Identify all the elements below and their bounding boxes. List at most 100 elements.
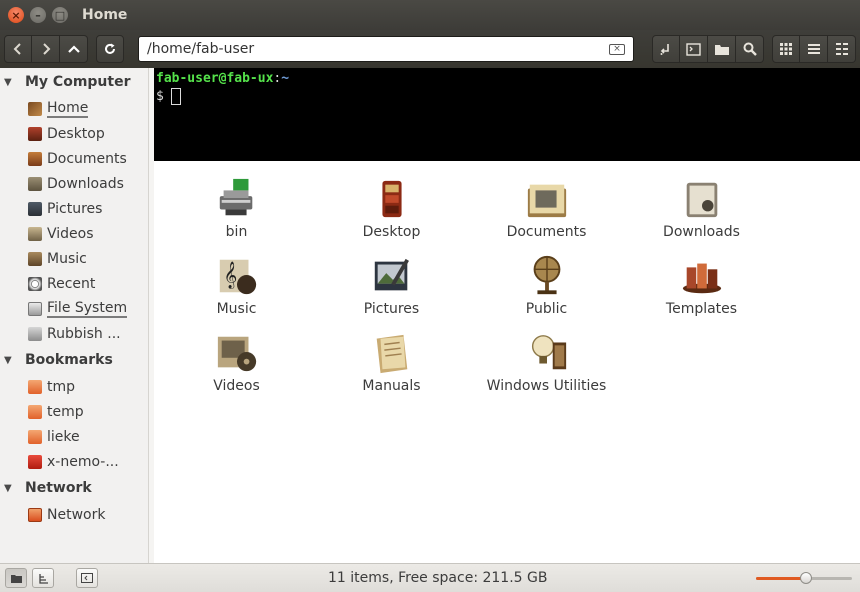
- maximize-icon: □: [54, 8, 66, 22]
- sidebar-item[interactable]: Videos: [0, 221, 148, 246]
- sidebar-item-label: File System: [47, 299, 128, 318]
- windows-utilities-folder-icon: [523, 331, 571, 375]
- file-item-label: Downloads: [663, 224, 740, 240]
- music-icon: [28, 251, 42, 266]
- location-bar[interactable]: /home/fab-user ×: [138, 36, 634, 62]
- toggle-terminal-button[interactable]: [680, 35, 708, 63]
- close-window-button[interactable]: ×: [8, 7, 24, 23]
- status-bar: 11 items, Free space: 211.5 GB: [0, 563, 860, 592]
- sidebar-item-label: tmp: [47, 378, 76, 395]
- sidebar-item[interactable]: File System: [0, 296, 148, 321]
- file-item[interactable]: Manuals: [314, 331, 469, 408]
- show-tree-button[interactable]: [32, 568, 54, 588]
- forward-button[interactable]: [32, 35, 60, 63]
- sidebar-item[interactable]: temp: [0, 399, 148, 424]
- sidebar-item-label: Home: [47, 99, 89, 118]
- zoom-handle[interactable]: [799, 572, 812, 584]
- sidebar-section-header[interactable]: ▼ Network: [0, 474, 148, 502]
- xnemo-icon: [28, 454, 42, 469]
- zoom-slider[interactable]: [756, 572, 852, 584]
- file-item[interactable]: Desktop: [314, 177, 469, 254]
- sidebar-section-header[interactable]: ▼ My Computer: [0, 68, 148, 96]
- icon-view-button[interactable]: [772, 35, 800, 63]
- terminal-icon: [686, 42, 701, 56]
- sidebar-item[interactable]: Rubbish ...: [0, 321, 148, 346]
- sidebar-item[interactable]: Downloads: [0, 171, 148, 196]
- open-folder-button[interactable]: [708, 35, 736, 63]
- open-terminal-here-button[interactable]: [652, 35, 680, 63]
- places-icon: [10, 574, 22, 583]
- clear-location-icon[interactable]: ×: [609, 43, 625, 55]
- sidebar-item[interactable]: tmp: [0, 374, 148, 399]
- sidebar-item[interactable]: Recent: [0, 271, 148, 296]
- file-item[interactable]: Videos: [159, 331, 314, 408]
- sidebar-item[interactable]: Network: [0, 502, 148, 527]
- folder-icon: [714, 44, 729, 55]
- sidebar-item-label: Documents: [47, 150, 127, 167]
- sidebar-section-title: Bookmarks: [25, 352, 113, 368]
- toolbar: /home/fab-user ×: [0, 30, 860, 68]
- file-item-label: Videos: [213, 378, 260, 394]
- close-icon: ×: [11, 8, 21, 22]
- file-item[interactable]: Pictures: [314, 254, 469, 331]
- sidebar-item-label: lieke: [47, 428, 80, 445]
- terminal-prompt-line: $: [156, 88, 858, 105]
- back-button[interactable]: [4, 35, 32, 63]
- tree-icon: [38, 573, 48, 584]
- sidebar-item[interactable]: lieke: [0, 424, 148, 449]
- search-button[interactable]: [736, 35, 764, 63]
- file-item[interactable]: Templates: [624, 254, 779, 331]
- sidebar-item[interactable]: Home: [0, 96, 148, 121]
- sidebar-item[interactable]: x-nemo-...: [0, 449, 148, 474]
- list-view-button[interactable]: [800, 35, 828, 63]
- collapse-triangle-icon[interactable]: ▼: [4, 355, 25, 366]
- minimize-window-button[interactable]: –: [30, 7, 46, 23]
- embedded-terminal[interactable]: fab-user@fab-ux:~ $: [154, 68, 860, 161]
- sidebar-section-title: My Computer: [25, 74, 131, 90]
- sidebar-item[interactable]: Pictures: [0, 196, 148, 221]
- file-item[interactable]: Windows Utilities: [469, 331, 624, 408]
- collapse-triangle-icon[interactable]: ▼: [4, 77, 25, 88]
- sidebar-item-label: Downloads: [47, 175, 124, 192]
- file-item[interactable]: Downloads: [624, 177, 779, 254]
- home-icon: [28, 101, 42, 116]
- compact-view-button[interactable]: [828, 35, 856, 63]
- terminal-cursor: [170, 88, 181, 105]
- maximize-window-button[interactable]: □: [52, 7, 68, 23]
- terminal-path: ~: [281, 71, 290, 86]
- toggle-sidebar-button[interactable]: [76, 568, 98, 588]
- terminal-line: fab-user@fab-ux:~: [156, 71, 858, 86]
- open-terminal-icon: [660, 44, 669, 55]
- bin-folder-icon: [213, 177, 261, 221]
- file-item-label: Windows Utilities: [486, 378, 607, 394]
- file-item[interactable]: Public: [469, 254, 624, 331]
- terminal-user-host: fab-user@fab-ux: [156, 71, 274, 86]
- sidebar-toggle-icon: [81, 573, 93, 583]
- file-item-label: Public: [525, 301, 568, 317]
- sidebar-item[interactable]: Music: [0, 246, 148, 271]
- sidebar-item-label: x-nemo-...: [47, 453, 119, 470]
- list-view-icon: [807, 44, 820, 54]
- sidebar-section-header[interactable]: ▼ Bookmarks: [0, 346, 148, 374]
- collapse-triangle-icon[interactable]: ▼: [4, 483, 25, 494]
- file-view[interactable]: bin Desktop Documents Downloads 𝄞 Music Pictur…: [154, 161, 860, 563]
- file-item[interactable]: Documents: [469, 177, 624, 254]
- sidebar-item[interactable]: Documents: [0, 146, 148, 171]
- file-item-label: bin: [225, 224, 248, 240]
- sidebar-item[interactable]: Desktop: [0, 121, 148, 146]
- show-places-button[interactable]: [5, 568, 27, 588]
- file-item[interactable]: 𝄞 Music: [159, 254, 314, 331]
- sidebar-item-label: Rubbish ...: [47, 325, 121, 342]
- fs-icon: [28, 301, 42, 316]
- up-button[interactable]: [60, 35, 88, 63]
- go-forward-icon: [42, 43, 50, 55]
- file-item[interactable]: bin: [159, 177, 314, 254]
- search-icon: [743, 42, 757, 56]
- recent-icon: [28, 276, 42, 291]
- zoom-fill: [756, 577, 806, 580]
- reload-button[interactable]: [96, 35, 124, 63]
- svg-text:𝄞: 𝄞: [223, 263, 237, 290]
- sidebar-item-label: Pictures: [47, 200, 103, 217]
- minimize-icon: –: [35, 8, 41, 22]
- vids-icon: [28, 226, 42, 241]
